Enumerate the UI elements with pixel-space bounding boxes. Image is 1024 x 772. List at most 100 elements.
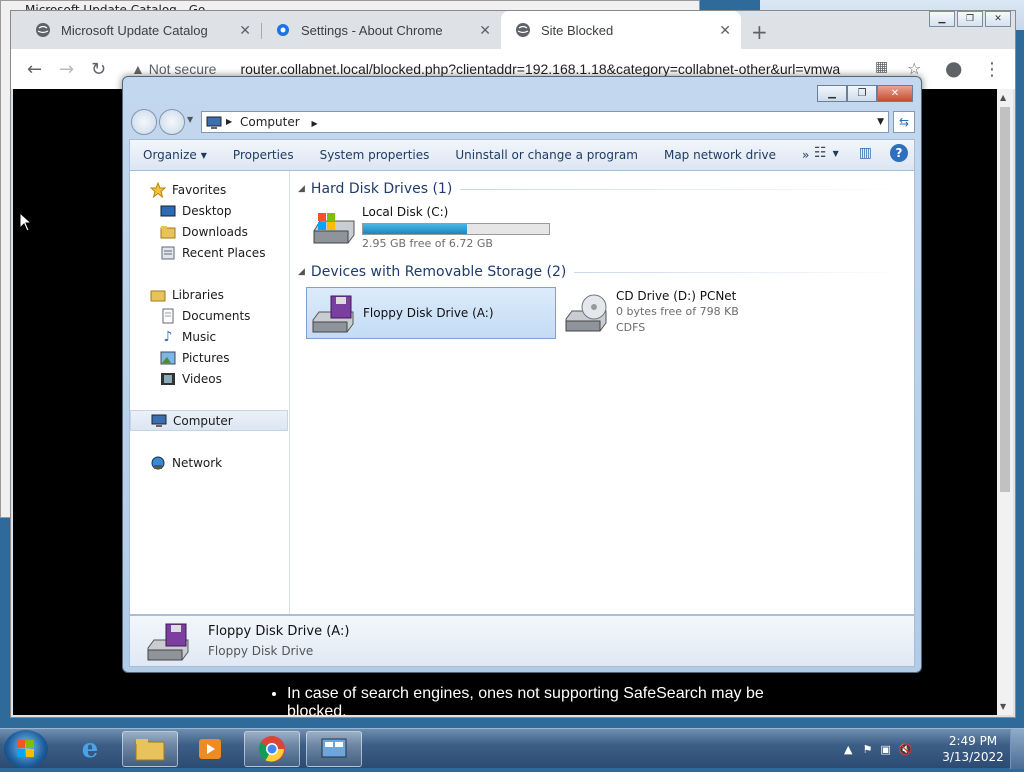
- security-label: Not secure: [148, 61, 217, 77]
- group-divider: [460, 188, 908, 190]
- blocked-info-item: In case of search engines, ones not supp…: [287, 685, 771, 721]
- profile-icon[interactable]: ●: [945, 56, 962, 80]
- forward-arrow-icon[interactable]: →: [59, 59, 74, 80]
- drive-name: CD Drive (D:) PCNet: [616, 289, 737, 303]
- change-view-icon[interactable]: ☷: [814, 145, 827, 161]
- navigation-pane: Favorites Desktop Downloads Recent Place…: [130, 171, 290, 614]
- music-icon: ♪: [163, 328, 173, 345]
- nav-computer[interactable]: Computer: [130, 410, 288, 431]
- close-tab-icon[interactable]: ✕: [719, 22, 731, 39]
- menu-icon[interactable]: ⋮: [983, 59, 1001, 80]
- new-tab-button[interactable]: +: [751, 20, 768, 44]
- clock[interactable]: 2:49 PM 3/13/2022: [940, 733, 1006, 765]
- floppy-drive-icon: [147, 623, 189, 661]
- minimize-button[interactable]: ▁: [929, 11, 955, 27]
- group-hard-disk-drives[interactable]: ◢ Hard Disk Drives (1): [298, 179, 908, 199]
- minimize-button[interactable]: ▁: [817, 85, 847, 102]
- command-bar: Organize ▼ Properties System properties U…: [129, 139, 915, 171]
- tab-microsoft-update-catalog[interactable]: Microsoft Update Catalog ✕: [21, 11, 261, 49]
- collapse-icon[interactable]: ◢: [298, 267, 305, 277]
- blocked-info-list: In case of search engines, ones not supp…: [271, 685, 771, 721]
- show-hidden-icons[interactable]: ▲: [844, 743, 852, 756]
- breadcrumb-arrow-icon[interactable]: ▶: [311, 119, 317, 128]
- show-desktop-button[interactable]: [1010, 729, 1024, 769]
- collapse-icon[interactable]: ◢: [298, 184, 305, 194]
- refresh-button[interactable]: ⇆: [893, 111, 915, 133]
- close-button[interactable]: ✕: [985, 11, 1011, 27]
- dropdown-icon[interactable]: ▼: [833, 149, 839, 158]
- videos-icon: [160, 371, 176, 387]
- uninstall-program-button[interactable]: Uninstall or change a program: [442, 148, 651, 162]
- internet-explorer-icon: e: [81, 734, 99, 764]
- address-dropdown-icon[interactable]: ▼: [877, 112, 884, 132]
- close-button[interactable]: ✕: [877, 85, 913, 102]
- nav-documents[interactable]: Documents: [130, 305, 288, 326]
- scroll-thumb[interactable]: [1000, 107, 1010, 492]
- taskbar-explorer[interactable]: [122, 731, 178, 767]
- drive-local-disk-c[interactable]: Local Disk (C:) 2.95 GB free of 6.72 GB: [306, 201, 566, 253]
- network-icon[interactable]: ▣: [880, 743, 890, 756]
- taskbar-control-panel[interactable]: [306, 731, 362, 767]
- libraries-icon: [150, 287, 166, 303]
- properties-button[interactable]: Properties: [220, 148, 307, 162]
- breadcrumb-computer[interactable]: Computer: [240, 115, 300, 129]
- nav-desktop[interactable]: Desktop: [130, 200, 288, 221]
- details-pane: Floppy Disk Drive (A:) Floppy Disk Drive: [129, 615, 915, 667]
- details-type: Floppy Disk Drive: [208, 644, 314, 658]
- volume-muted-icon[interactable]: 🔇: [899, 743, 913, 756]
- folder-icon: [160, 224, 176, 240]
- documents-icon: [160, 308, 176, 324]
- gear-icon: [275, 22, 291, 38]
- folder-icon: [135, 739, 165, 761]
- nav-videos[interactable]: Videos: [130, 368, 288, 389]
- chrome-window-controls: ▁ ❐ ✕: [927, 11, 1011, 27]
- breadcrumb-arrow-icon[interactable]: ▶: [226, 112, 232, 132]
- nav-recent-places[interactable]: Recent Places: [130, 242, 288, 263]
- start-button[interactable]: [4, 730, 48, 768]
- organize-button[interactable]: Organize ▼: [130, 148, 220, 162]
- help-icon[interactable]: ?: [890, 144, 908, 162]
- flag-icon[interactable]: ⚑: [862, 743, 872, 756]
- maximize-button[interactable]: ❐: [957, 11, 983, 27]
- taskbar-chrome[interactable]: [244, 731, 300, 767]
- reload-icon[interactable]: ↻: [91, 59, 106, 80]
- dropdown-icon: ▼: [200, 150, 207, 160]
- extension-icon[interactable]: ▦: [875, 59, 888, 75]
- mouse-cursor-icon: [19, 212, 33, 232]
- back-button[interactable]: [131, 109, 157, 135]
- pictures-icon: [160, 350, 176, 366]
- drive-floppy-a[interactable]: Floppy Disk Drive (A:): [306, 287, 556, 339]
- group-removable-storage[interactable]: ◢ Devices with Removable Storage (2): [298, 262, 908, 282]
- scroll-down-icon[interactable]: ▼: [1000, 702, 1006, 711]
- explorer-window: ▁ ❐ ✕ ▼ ▶ Computer ▶ ▼ ⇆ Organize ▼ Prope…: [122, 76, 922, 673]
- computer-management-icon: [321, 738, 347, 758]
- back-arrow-icon[interactable]: ←: [27, 59, 42, 80]
- nav-pictures[interactable]: Pictures: [130, 347, 288, 368]
- maximize-button[interactable]: ❐: [847, 85, 877, 102]
- nav-network[interactable]: Network: [130, 452, 288, 473]
- explorer-address-bar[interactable]: ▶ Computer ▶ ▼: [201, 111, 889, 133]
- nav-libraries[interactable]: Libraries: [130, 284, 288, 305]
- tab-site-blocked[interactable]: Site Blocked ✕: [501, 11, 741, 49]
- hard-drive-icon: [313, 213, 355, 244]
- nav-downloads[interactable]: Downloads: [130, 221, 288, 242]
- close-tab-icon[interactable]: ✕: [239, 22, 251, 39]
- map-network-drive-button[interactable]: Map network drive: [651, 148, 789, 162]
- nav-favorites[interactable]: Favorites: [130, 179, 288, 200]
- globe-icon: [35, 22, 51, 38]
- taskbar-internet-explorer[interactable]: e: [62, 731, 118, 767]
- system-properties-button[interactable]: System properties: [307, 148, 443, 162]
- scroll-up-icon[interactable]: ▲: [1000, 93, 1006, 102]
- recent-pages-icon[interactable]: ▼: [187, 115, 193, 124]
- taskbar-media-player[interactable]: [182, 731, 238, 767]
- page-scrollbar[interactable]: ▲ ▼: [997, 89, 1013, 715]
- forward-button[interactable]: [159, 109, 185, 135]
- globe-icon: [515, 22, 531, 38]
- preview-pane-icon[interactable]: ▥: [859, 145, 872, 161]
- close-tab-icon[interactable]: ✕: [479, 22, 491, 39]
- desktop-icon: [160, 203, 176, 219]
- tab-settings-about-chrome[interactable]: Settings - About Chrome ✕: [261, 11, 501, 49]
- drive-cd-d[interactable]: CD Drive (D:) PCNet 0 bytes free of 798 …: [560, 287, 810, 339]
- view-controls: ☷ ▼ ▥ ?: [814, 144, 908, 162]
- nav-music[interactable]: ♪ Music: [130, 326, 288, 347]
